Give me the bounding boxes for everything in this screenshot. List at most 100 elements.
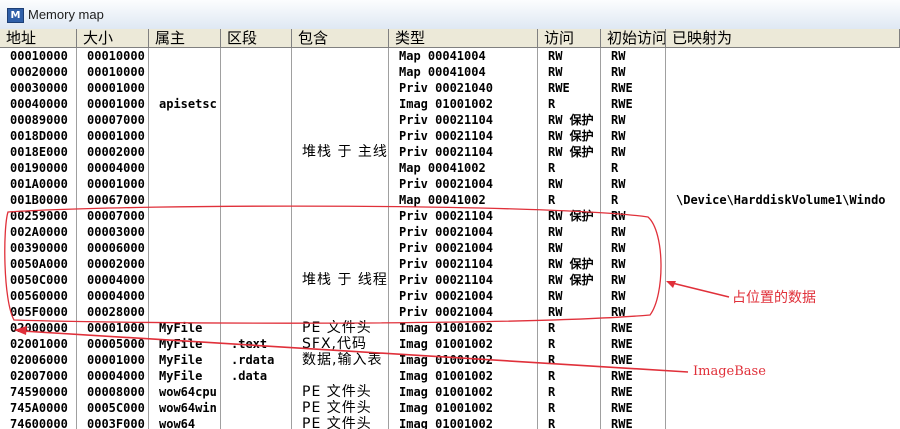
- cell-mapped-as: [666, 224, 900, 240]
- cell-access: RW: [548, 305, 563, 319]
- cell-size: 00005000: [87, 337, 145, 351]
- cell-section: [221, 64, 292, 80]
- cell-type: Imag 01001002: [399, 337, 493, 351]
- cell-contains: 堆栈 于 主线: [302, 144, 388, 160]
- cell-access: RWE: [548, 81, 570, 95]
- cell-initial-access: R: [611, 161, 619, 175]
- cell-mapped-as: \Device\HarddiskVolume1\Windo: [676, 193, 886, 207]
- table-row[interactable]: 0050A000 00002000 Priv 00021104 RW 保护 RW: [0, 256, 900, 272]
- cell-mapped-as: [666, 160, 900, 176]
- column-header-owner[interactable]: 属主: [149, 29, 221, 47]
- cell-contains: [292, 160, 389, 176]
- table-row[interactable]: 002A0000 00003000 Priv 00021004 RW RW: [0, 224, 900, 240]
- table-row[interactable]: 00259000 00007000 Priv 00021104 RW 保护 RW: [0, 208, 900, 224]
- cell-contains: PE 文件头: [302, 384, 372, 400]
- cell-size: 00004000: [87, 289, 145, 303]
- column-header-initial-access[interactable]: 初始访问: [601, 29, 666, 47]
- cell-contains: [292, 192, 389, 208]
- table-row[interactable]: 0050C000 00004000 堆栈 于 线程 Priv 00021104 RW 保…: [0, 272, 900, 288]
- cell-access: RW 保护: [548, 273, 594, 287]
- column-header-mapped-as[interactable]: 已映射为: [666, 29, 900, 47]
- column-header-access[interactable]: 访问: [538, 29, 601, 47]
- cell-contains: 堆栈 于 线程: [302, 272, 388, 288]
- cell-contains: [292, 64, 389, 80]
- table-row[interactable]: 001A0000 00001000 Priv 00021004 RW RW: [0, 176, 900, 192]
- cell-address: 00040000: [10, 97, 68, 111]
- cell-section: .text: [231, 337, 268, 351]
- cell-initial-access: RW: [611, 273, 626, 287]
- cell-contains: PE 文件头: [302, 400, 372, 416]
- cell-type: Imag 01001002: [399, 401, 493, 415]
- table-row[interactable]: 0018D000 00001000 Priv 00021104 RW 保护 RW: [0, 128, 900, 144]
- cell-contains: [292, 96, 389, 112]
- table-row[interactable]: 74600000 0003F000 wow64 PE 文件头 Imag 01001002…: [0, 416, 900, 429]
- cell-mapped-as: [666, 400, 900, 416]
- cell-initial-access: RW: [611, 145, 626, 159]
- cell-owner: wow64cpu: [159, 385, 217, 399]
- cell-type: Priv 00021104: [399, 129, 493, 143]
- cell-type: Imag 01001002: [399, 369, 493, 383]
- cell-size: 00067000: [87, 193, 145, 207]
- cell-owner: MyFile: [159, 353, 203, 367]
- column-header-type[interactable]: 类型: [389, 29, 538, 47]
- cell-address: 001A0000: [10, 177, 68, 191]
- table-row[interactable]: 001B0000 00067000 Map 00041002 R R \Device\Ha…: [0, 192, 900, 208]
- table-row[interactable]: 02000000 00001000 MyFile PE 文件头 Imag 0100100…: [0, 320, 900, 336]
- cell-address: 002A0000: [10, 225, 68, 239]
- table-row[interactable]: 00020000 00010000 Map 00041004 RW RW: [0, 64, 900, 80]
- cell-owner: [149, 128, 221, 144]
- cell-type: Priv 00021104: [399, 209, 493, 223]
- cell-section: [221, 304, 292, 320]
- cell-owner: [149, 192, 221, 208]
- cell-contains: [292, 128, 389, 144]
- cell-section: [221, 96, 292, 112]
- table-row[interactable]: 00030000 00001000 Priv 00021040 RWE RWE: [0, 80, 900, 96]
- cell-mapped-as: [666, 112, 900, 128]
- cell-mapped-as: [666, 208, 900, 224]
- cell-access: RW: [548, 225, 563, 239]
- cell-owner: [149, 48, 221, 64]
- table-row[interactable]: 74590000 00008000 wow64cpu PE 文件头 Imag 01001…: [0, 384, 900, 400]
- column-header-size[interactable]: 大小: [77, 29, 149, 47]
- column-header-contains[interactable]: 包含: [292, 29, 389, 47]
- cell-address: 00560000: [10, 289, 68, 303]
- cell-size: 00028000: [87, 305, 145, 319]
- cell-size: 00001000: [87, 97, 145, 111]
- cell-access: R: [548, 353, 556, 367]
- cell-type: Imag 01001002: [399, 353, 493, 367]
- table-row[interactable]: 00390000 00006000 Priv 00021004 RW RW: [0, 240, 900, 256]
- cell-size: 0005C000: [87, 401, 145, 415]
- cell-mapped-as: [666, 272, 900, 288]
- cell-type: Priv 00021004: [399, 305, 493, 319]
- cell-owner: [149, 112, 221, 128]
- cell-address: 005F0000: [10, 305, 68, 319]
- cell-mapped-as: [666, 176, 900, 192]
- table-row[interactable]: 00040000 00001000 apisetsc Imag 01001002 R RW…: [0, 96, 900, 112]
- cell-address: 00259000: [10, 209, 68, 223]
- cell-size: 00001000: [87, 177, 145, 191]
- cell-initial-access: RW: [611, 113, 626, 127]
- memory-map-app-icon: M: [7, 8, 24, 23]
- table-row[interactable]: 0018E000 00002000 堆栈 于 主线 Priv 00021104 RW 保…: [0, 144, 900, 160]
- cell-size: 00007000: [87, 209, 145, 223]
- cell-owner: MyFile: [159, 321, 203, 335]
- cell-contains: PE 文件头: [302, 416, 372, 429]
- cell-address: 02006000: [10, 353, 68, 367]
- table-row[interactable]: 00089000 00007000 Priv 00021104 RW 保护 RW: [0, 112, 900, 128]
- table-row[interactable]: 00010000 00010000 Map 00041004 RW RW: [0, 48, 900, 64]
- table-row[interactable]: 00190000 00004000 Map 00041002 R R: [0, 160, 900, 176]
- column-header-section[interactable]: 区段: [221, 29, 292, 47]
- cell-contains: [292, 240, 389, 256]
- table-row[interactable]: 745A0000 0005C000 wow64win PE 文件头 Imag 01001…: [0, 400, 900, 416]
- cell-size: 00008000: [87, 385, 145, 399]
- cell-access: RW 保护: [548, 129, 594, 143]
- table-row[interactable]: 02001000 00005000 MyFile .text SFX,代码 Imag 01…: [0, 336, 900, 352]
- cell-address: 0050A000: [10, 257, 68, 271]
- column-header-address[interactable]: 地址: [0, 29, 77, 47]
- cell-owner: [149, 288, 221, 304]
- cell-access: R: [548, 401, 556, 415]
- cell-access: RW: [548, 49, 563, 63]
- cell-owner: [149, 160, 221, 176]
- cell-initial-access: RW: [611, 305, 626, 319]
- cell-size: 00001000: [87, 81, 145, 95]
